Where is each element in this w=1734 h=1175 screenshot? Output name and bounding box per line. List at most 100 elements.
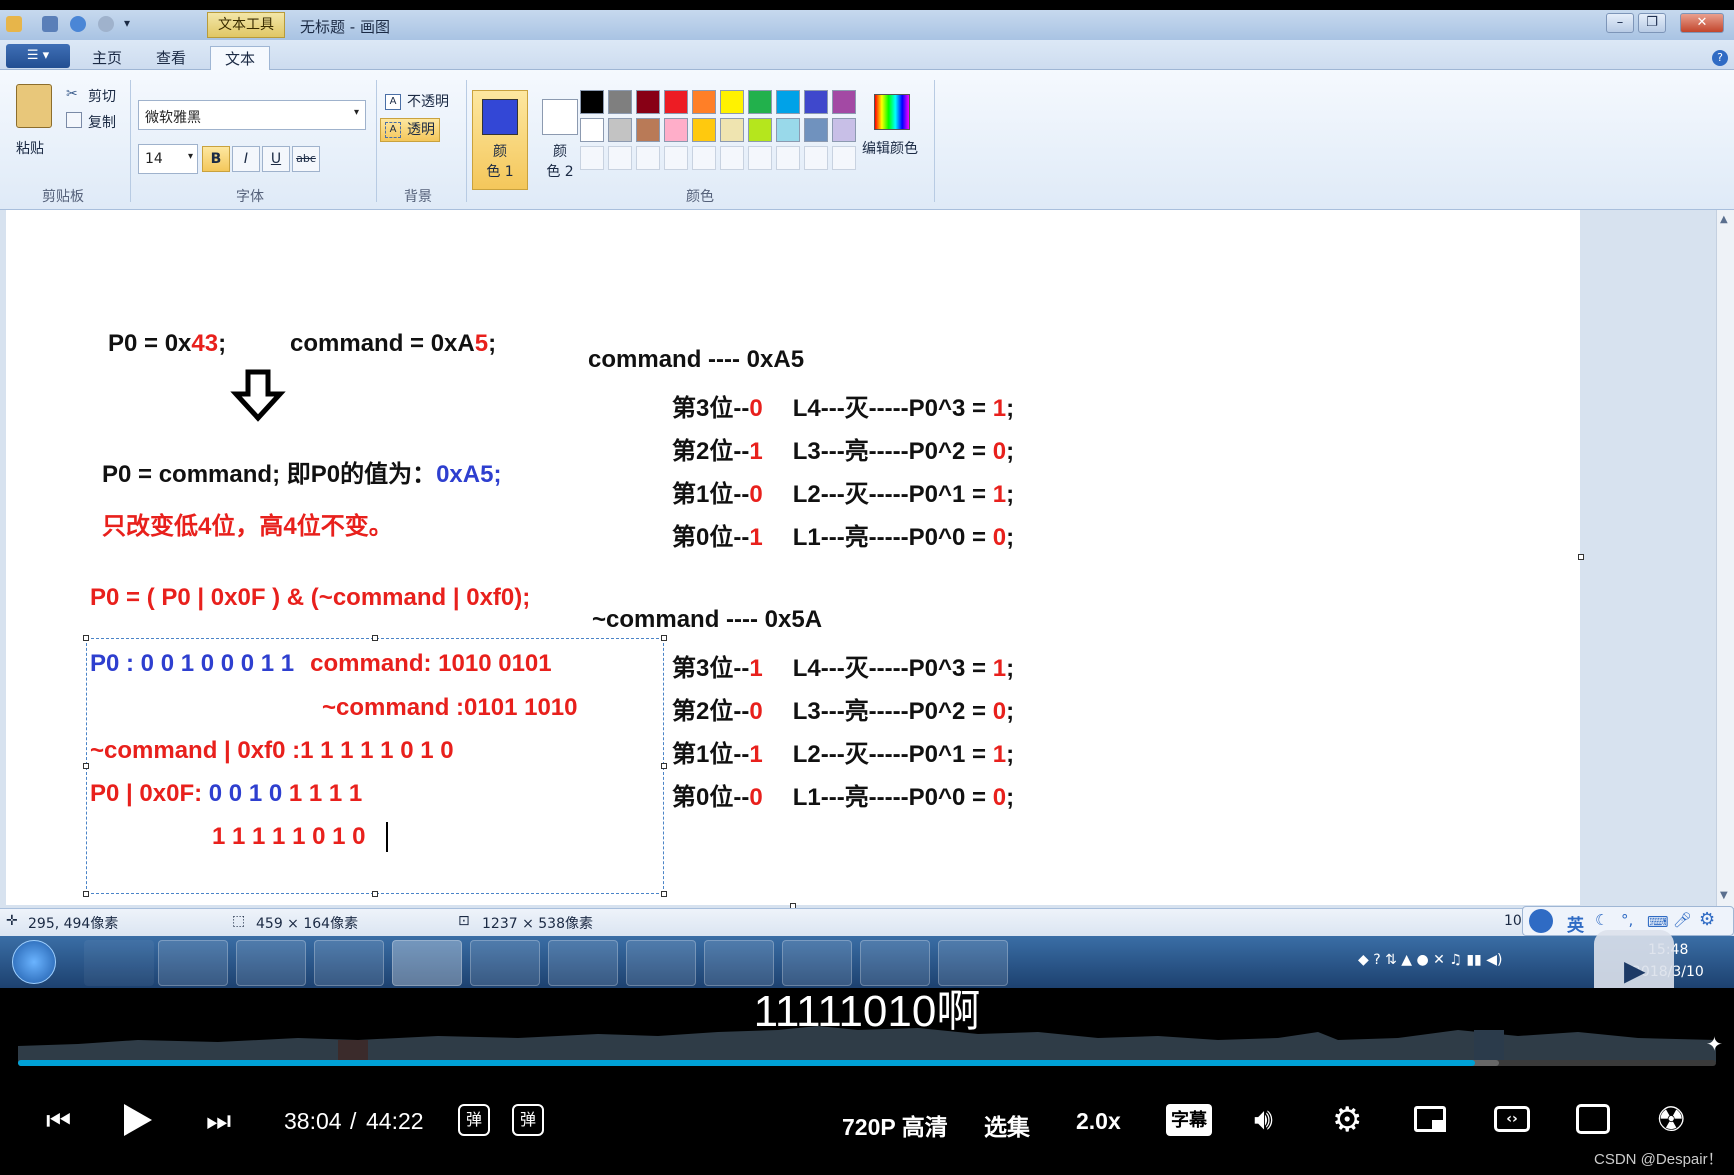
palette-swatch[interactable] — [636, 90, 660, 114]
edit-colors-icon[interactable] — [874, 94, 910, 130]
empty-swatch[interactable] — [804, 146, 828, 170]
danmaku-settings-icon[interactable]: 弹 — [512, 1104, 544, 1136]
radiation-icon[interactable]: ☢ — [1656, 1100, 1686, 1140]
minimize-button[interactable]: – — [1606, 13, 1634, 33]
palette-swatch[interactable] — [720, 90, 744, 114]
scroll-up-icon[interactable]: ▲ — [1720, 214, 1728, 225]
microphone-icon[interactable]: 🎤︎ — [1673, 911, 1692, 929]
selection-handle[interactable] — [372, 891, 378, 897]
episodes-button[interactable]: 选集 — [984, 1108, 1030, 1142]
tab-text[interactable]: 文本 — [210, 46, 271, 70]
palette-swatch[interactable] — [832, 118, 856, 142]
transparent-button[interactable]: A 透明 — [380, 118, 440, 142]
palette-swatch[interactable] — [832, 90, 856, 114]
canvas-resize-handle[interactable] — [1578, 554, 1584, 560]
palette-swatch[interactable] — [804, 90, 828, 114]
empty-swatch[interactable] — [608, 146, 632, 170]
help-icon[interactable]: ? — [1712, 50, 1728, 66]
fullscreen-icon[interactable] — [1576, 1104, 1610, 1134]
progress-scrubber-icon[interactable]: ✦ — [1706, 1032, 1723, 1056]
paint-menu-button[interactable]: ☰ ▾ — [6, 44, 70, 68]
csdn-watermark: CSDN @Despair！ — [1594, 1151, 1723, 1168]
progress-bar[interactable] — [18, 1060, 1716, 1066]
settings-icon[interactable]: ⚙ — [1332, 1100, 1362, 1140]
vertical-scrollbar[interactable] — [1716, 210, 1734, 908]
empty-swatch[interactable] — [748, 146, 772, 170]
palette-swatch[interactable] — [720, 118, 744, 142]
captions-button[interactable]: 字幕 — [1166, 1104, 1212, 1136]
copy-button[interactable]: 复制 — [88, 112, 116, 132]
empty-swatch[interactable] — [664, 146, 688, 170]
palette-swatch[interactable] — [776, 118, 800, 142]
palette-swatch[interactable] — [608, 118, 632, 142]
paste-button[interactable]: 粘贴 — [16, 138, 44, 158]
opaque-button[interactable]: A 不透明 — [380, 90, 454, 114]
quality-button[interactable]: 720P 高清 — [842, 1108, 948, 1142]
picture-in-picture-icon[interactable] — [1414, 1106, 1446, 1132]
volume-icon[interactable]: 🔊︎ — [1254, 1102, 1273, 1137]
tab-home[interactable]: 主页 — [78, 46, 136, 70]
empty-swatch[interactable] — [636, 146, 660, 170]
font-family-select[interactable]: 微软雅黑 ▾ — [138, 100, 366, 130]
settings-icon[interactable]: ⚙ — [1699, 909, 1715, 930]
strikethrough-button[interactable]: abc — [292, 146, 320, 172]
palette-swatch[interactable] — [580, 90, 604, 114]
empty-swatch[interactable] — [832, 146, 856, 170]
underline-button[interactable]: U — [262, 146, 290, 172]
palette-swatch[interactable] — [692, 90, 716, 114]
edit-colors-button[interactable]: 编辑颜色 — [862, 138, 918, 158]
bit-row-end: ; — [1006, 741, 1015, 768]
maximize-button[interactable]: ❐ — [1638, 13, 1666, 33]
palette-swatch[interactable] — [580, 118, 604, 142]
moon-icon[interactable]: ☾ — [1595, 911, 1608, 929]
save-icon[interactable] — [42, 16, 58, 32]
selection-handle[interactable] — [83, 763, 89, 769]
palette-swatch[interactable] — [776, 90, 800, 114]
command-init-line: command = 0xA5; — [290, 330, 496, 358]
italic-button[interactable]: I — [232, 146, 260, 172]
danmaku-toggle-icon[interactable]: 弹 — [458, 1104, 490, 1136]
palette-swatch[interactable] — [636, 118, 660, 142]
keyboard-icon[interactable]: ⌨ — [1647, 913, 1669, 931]
empty-swatch[interactable] — [720, 146, 744, 170]
palette-swatch[interactable] — [664, 118, 688, 142]
palette-swatch[interactable] — [804, 118, 828, 142]
undo-icon[interactable] — [70, 16, 86, 32]
palette-swatch[interactable] — [664, 90, 688, 114]
bold-button[interactable]: B — [202, 146, 230, 172]
bit-row-res: 0 — [992, 438, 1007, 465]
progress-fill — [18, 1060, 1475, 1066]
close-button[interactable]: ✕ — [1680, 13, 1724, 33]
play-icon[interactable] — [120, 1100, 156, 1140]
next-icon[interactable]: ⏭ — [206, 1104, 231, 1138]
tab-view[interactable]: 查看 — [142, 46, 200, 70]
selection-handle[interactable] — [83, 635, 89, 641]
empty-swatch[interactable] — [692, 146, 716, 170]
empty-swatch[interactable] — [776, 146, 800, 170]
selection-handle[interactable] — [372, 635, 378, 641]
redo-icon[interactable] — [98, 16, 114, 32]
cut-button[interactable]: 剪切 — [88, 86, 116, 106]
palette-swatch[interactable] — [748, 118, 772, 142]
box-line-3: ~command | 0xf0 :1 1 1 1 1 0 1 0 — [90, 737, 454, 764]
selection-handle[interactable] — [661, 635, 667, 641]
selection-handle[interactable] — [661, 891, 667, 897]
speed-button[interactable]: 2.0x — [1076, 1108, 1121, 1135]
punctuation-icon[interactable]: °, — [1621, 911, 1633, 929]
color1-button[interactable]: 颜 色 1 — [472, 90, 528, 190]
system-tray-icons[interactable]: ◆ ? ⇅ ▲ ● ✕ ♫ ▮▮ ◀) — [1358, 952, 1502, 968]
bit-row-val: 0 — [749, 784, 763, 811]
font-size-select[interactable]: 14 ▾ — [138, 144, 198, 174]
ime-language[interactable]: 英 — [1567, 911, 1584, 936]
palette-swatch[interactable] — [608, 90, 632, 114]
scroll-down-icon[interactable]: ▼ — [1720, 890, 1728, 901]
selection-handle[interactable] — [661, 763, 667, 769]
palette-swatch[interactable] — [748, 90, 772, 114]
widescreen-icon[interactable]: ‹› — [1494, 1106, 1530, 1132]
quick-access-dropdown-icon[interactable]: ▾ — [124, 16, 130, 30]
paste-icon[interactable] — [16, 84, 52, 128]
palette-swatch[interactable] — [692, 118, 716, 142]
selection-handle[interactable] — [83, 891, 89, 897]
previous-icon[interactable]: ⏮ — [46, 1104, 71, 1138]
empty-swatch[interactable] — [580, 146, 604, 170]
